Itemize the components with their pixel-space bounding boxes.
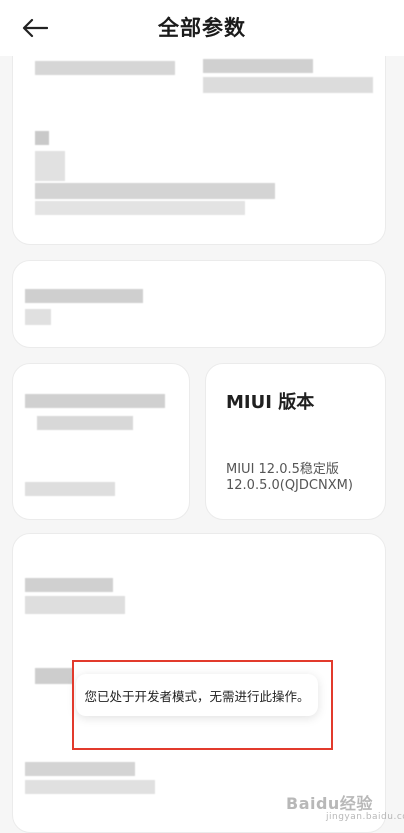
miui-version-card[interactable]: MIUI 版本 MIUI 12.0.5稳定版 12.0.5.0(QJDCNXM) bbox=[205, 363, 386, 520]
page-title: 全部参数 bbox=[158, 16, 246, 40]
miui-version-title: MIUI 版本 bbox=[226, 392, 315, 413]
param-card-3[interactable] bbox=[12, 363, 190, 520]
watermark-subtext: jingyan.baidu.com bbox=[326, 812, 404, 822]
baidu-watermark: Baidu经验 jingyan.baidu.com bbox=[286, 790, 404, 822]
watermark-text: Baidu经验 bbox=[286, 794, 373, 813]
param-card-2[interactable] bbox=[12, 260, 386, 348]
miui-version-line-1: MIUI 12.0.5稳定版 bbox=[226, 462, 339, 477]
miui-version-line-2: 12.0.5.0(QJDCNXM) bbox=[226, 478, 353, 493]
top-bar: 全部参数 bbox=[0, 0, 404, 56]
highlight-box bbox=[72, 660, 333, 750]
